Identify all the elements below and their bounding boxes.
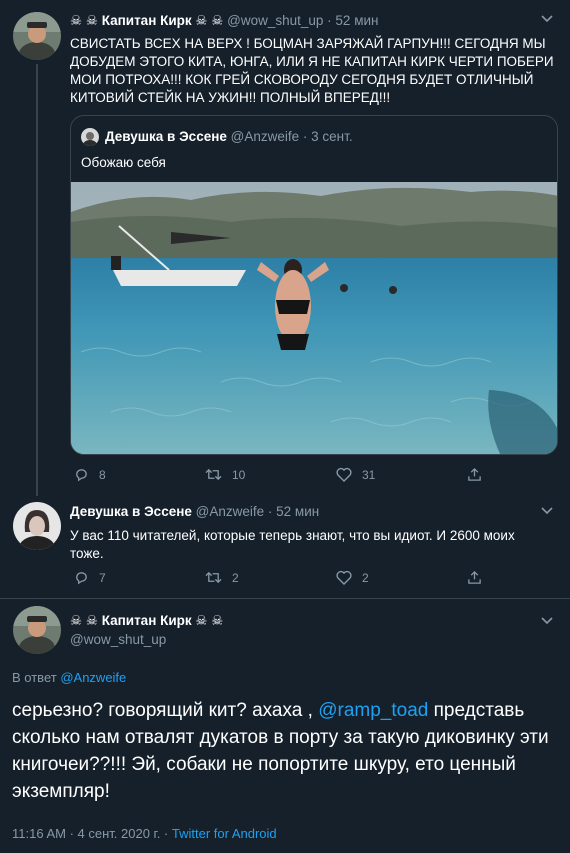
- main-text-before: серьезно? говорящий кит? ахаха ,: [12, 700, 313, 721]
- quote-author-name: Девушка в Эссене: [105, 129, 227, 144]
- tweet2-author-name[interactable]: Девушка в Эссене: [70, 504, 192, 519]
- main-tweet-avatar[interactable]: [13, 606, 61, 654]
- tweet1-retweet-count: 10: [232, 467, 246, 482]
- tweet1-retweet-button[interactable]: 10: [205, 467, 336, 482]
- tweet2-more-options-icon[interactable]: [540, 504, 554, 523]
- tweet1-time[interactable]: 52 мин: [335, 13, 378, 28]
- mention-ramp-toad[interactable]: @ramp_toad: [318, 700, 428, 721]
- quote-avatar: [81, 128, 99, 146]
- tweet2-header: Девушка в Эссене @Anzweife · 52 мин: [70, 504, 319, 519]
- quote-author-handle: @Anzweife: [230, 129, 300, 144]
- quote-header: Девушка в Эссене @Anzweife · 3 сент.: [105, 129, 353, 144]
- main-tweet-author-handle[interactable]: @wow_shut_up: [70, 632, 166, 647]
- avatar-devushka[interactable]: [13, 502, 61, 550]
- quote-photo[interactable]: [71, 182, 557, 454]
- tweet1-actions: 8 10 31: [74, 467, 570, 482]
- quote-time: 3 сент.: [311, 129, 353, 144]
- avatar-kapitan-kirk[interactable]: [13, 12, 61, 60]
- quote-sep: ·: [302, 129, 308, 144]
- tweet1-like-count: 31: [362, 467, 376, 482]
- share-icon: [468, 570, 481, 584]
- tweet1-sep: ·: [327, 13, 332, 28]
- tweet1-text: СВИСТАТЬ ВСЕХ НА ВЕРХ ! БОЦМАН ЗАРЯЖАЙ Г…: [70, 36, 554, 105]
- main-tweet-author-name[interactable]: ☠ ☠ Капитан Кирк ☠ ☠: [70, 613, 223, 629]
- reply-to-line: В ответ @Anzweife: [12, 670, 126, 685]
- tweet1-reply-button[interactable]: 8: [74, 467, 205, 482]
- tweet1-header: ☠ ☠ Капитан Кирк ☠ ☠ @wow_shut_up · 52 м…: [70, 13, 378, 29]
- tweet2-retweet-count: 2: [232, 570, 239, 585]
- quote-text: Обожаю себя: [81, 155, 166, 170]
- timestamp[interactable]: 11:16 AM · 4 сент. 2020 г. ·: [12, 826, 168, 841]
- main-tweet-more-options-icon[interactable]: [540, 614, 554, 633]
- heart-icon: [336, 467, 352, 482]
- quoted-tweet-card[interactable]: Девушка в Эссене @Anzweife · 3 сент. Обо…: [70, 115, 558, 455]
- divider: [0, 598, 570, 599]
- reply-prefix: В ответ: [12, 670, 57, 685]
- main-tweet-name-text: ☠ ☠ Капитан Кирк ☠ ☠: [70, 613, 224, 628]
- reply-icon: [76, 572, 87, 585]
- tweet1-share-button[interactable]: [467, 467, 570, 482]
- main-tweet-text: серьезно? говорящий кит? ахаха , @ramp_t…: [12, 697, 560, 805]
- timestamp-line: 11:16 AM · 4 сент. 2020 г. · Twitter for…: [12, 826, 277, 841]
- tweet2-reply-button[interactable]: 7: [74, 570, 205, 585]
- tweet1-reply-count: 8: [99, 467, 106, 482]
- tweet2-reply-count: 7: [99, 570, 106, 585]
- tweet2-time[interactable]: 52 мин: [276, 504, 319, 519]
- reply-to-link[interactable]: @Anzweife: [60, 670, 126, 685]
- tweet1-author-name[interactable]: ☠ ☠ Капитан Кирк ☠ ☠: [70, 13, 223, 28]
- heart-icon: [336, 570, 352, 585]
- more-options-icon[interactable]: [540, 12, 554, 31]
- retweet-icon: [205, 571, 222, 584]
- tweet2-like-count: 2: [362, 570, 369, 585]
- share-icon: [468, 467, 481, 481]
- tweet2-share-button[interactable]: [467, 570, 570, 585]
- source-link[interactable]: Twitter for Android: [172, 826, 277, 841]
- tweet1-like-button[interactable]: 31: [336, 467, 467, 482]
- tweet2-actions: 7 2 2: [74, 570, 570, 585]
- retweet-icon: [205, 468, 222, 481]
- tweet2-sep: ·: [267, 504, 273, 519]
- tweet2-retweet-button[interactable]: 2: [205, 570, 336, 585]
- tweet2-text: У вас 110 читателей, которые теперь знаю…: [70, 528, 515, 561]
- tweet2-like-button[interactable]: 2: [336, 570, 467, 585]
- thread-connector-line: [36, 64, 38, 496]
- tweet1-author-handle[interactable]: @wow_shut_up: [227, 13, 323, 28]
- reply-icon: [76, 469, 87, 482]
- tweet2-author-handle[interactable]: @Anzweife: [196, 504, 264, 519]
